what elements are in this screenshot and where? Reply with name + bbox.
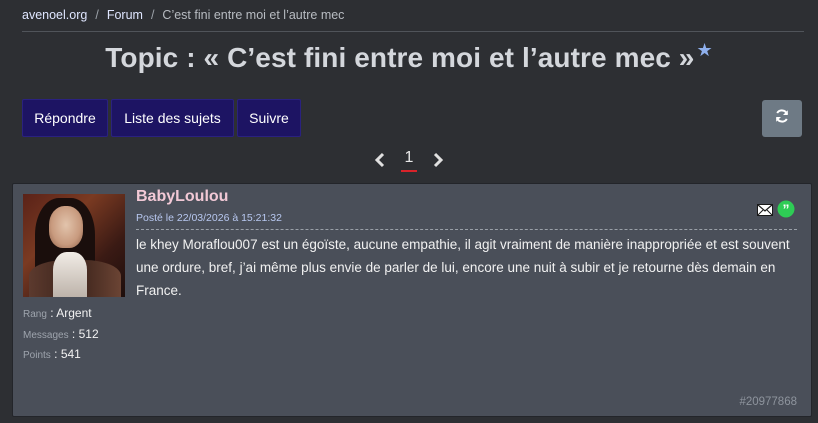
refresh-button[interactable] bbox=[762, 100, 802, 137]
messages-row: Messages : 512 bbox=[23, 326, 99, 341]
post-date[interactable]: Posté le 22/03/2026 à 15:21:32 bbox=[136, 212, 282, 224]
topic-title: Topic : « C’est fini entre moi et l’autr… bbox=[105, 42, 695, 73]
rank-label: Rang bbox=[23, 309, 47, 320]
breadcrumb-site-link[interactable]: avenoel.org bbox=[22, 8, 87, 22]
post-divider bbox=[136, 229, 797, 230]
points-label: Points bbox=[23, 350, 51, 361]
breadcrumb-separator: / bbox=[95, 8, 99, 22]
breadcrumb-divider bbox=[22, 31, 804, 32]
points-value: 541 bbox=[60, 347, 81, 361]
reply-button[interactable]: Répondre bbox=[22, 99, 108, 137]
messages-label: Messages bbox=[23, 329, 69, 341]
breadcrumb-forum-link[interactable]: Forum bbox=[107, 8, 143, 22]
breadcrumb-separator: / bbox=[150, 8, 155, 22]
post-body: le khey Moraflou007 est un égoïste, aucu… bbox=[136, 237, 790, 298]
page-number-current[interactable]: 1 bbox=[400, 148, 418, 172]
chevron-right-icon[interactable] bbox=[431, 151, 445, 169]
rank-value: Argent bbox=[56, 306, 92, 320]
forum-post: Rang : Argent Messages : 512 Points : 54… bbox=[12, 183, 812, 417]
favorite-star-icon[interactable]: ★ bbox=[696, 40, 712, 60]
breadcrumb-current: C’est fini entre moi et l’autre mec bbox=[162, 8, 345, 22]
subject-list-button[interactable]: Liste des sujets bbox=[111, 99, 234, 137]
quote-icon[interactable]: ” bbox=[777, 200, 795, 223]
chevron-left-icon[interactable] bbox=[373, 151, 387, 169]
mail-icon[interactable] bbox=[757, 203, 773, 221]
post-author[interactable]: BabyLoulou bbox=[136, 188, 228, 206]
rank-row: Rang : Argent bbox=[23, 306, 92, 320]
avatar[interactable] bbox=[23, 194, 125, 297]
messages-value: 512 bbox=[78, 326, 99, 341]
refresh-icon bbox=[774, 108, 790, 129]
points-row: Points : 541 bbox=[23, 347, 81, 361]
author-stats: Rang : Argent Messages : 512 Points : 54… bbox=[23, 304, 99, 366]
pagination: 1 bbox=[0, 148, 818, 172]
follow-button[interactable]: Suivre bbox=[237, 99, 301, 137]
svg-text:”: ” bbox=[783, 201, 790, 217]
post-actions: ” bbox=[757, 200, 795, 223]
breadcrumb: avenoel.org / Forum / C’est fini entre m… bbox=[22, 8, 344, 22]
post-id[interactable]: #20977868 bbox=[739, 396, 797, 408]
page-title: Topic : « C’est fini entre moi et l’autr… bbox=[0, 40, 818, 74]
